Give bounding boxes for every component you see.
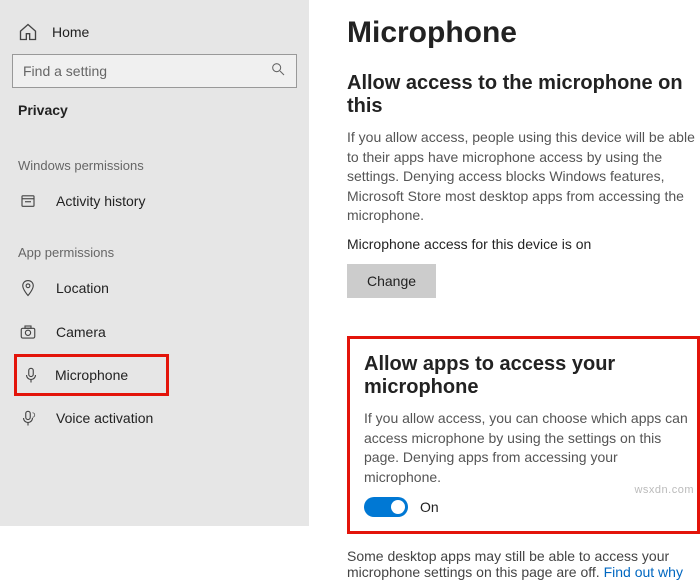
sidebar-item-label: Microphone: [55, 367, 128, 383]
section2-heading: Allow apps to access your microphone: [364, 353, 689, 399]
sidebar-item-location[interactable]: Location: [0, 266, 309, 310]
sidebar-item-label: Voice activation: [56, 410, 153, 426]
sidebar-item-microphone[interactable]: Microphone: [14, 354, 169, 396]
allow-apps-toggle[interactable]: [364, 497, 408, 517]
main-content: Microphone Allow access to the microphon…: [309, 0, 700, 526]
section-app-permissions: App permissions: [0, 223, 309, 266]
find-out-why-link[interactable]: Find out why: [604, 564, 683, 580]
home-label: Home: [52, 24, 89, 40]
sidebar-item-camera[interactable]: Camera: [0, 310, 309, 354]
activity-history-icon: [18, 191, 38, 211]
camera-icon: [18, 322, 38, 342]
change-button[interactable]: Change: [347, 264, 436, 298]
home-nav[interactable]: Home: [0, 12, 309, 54]
voice-activation-icon: [18, 408, 38, 428]
toggle-state-label: On: [420, 499, 439, 515]
location-icon: [18, 278, 38, 298]
search-icon: [270, 61, 286, 82]
watermark: wsxdn.com: [634, 484, 694, 496]
section-windows-permissions: Windows permissions: [0, 136, 309, 179]
mic-access-status: Microphone access for this device is on: [347, 236, 700, 252]
search-input[interactable]: Find a setting: [12, 54, 297, 88]
sidebar-item-voice-activation[interactable]: Voice activation: [0, 396, 309, 440]
footnote: Some desktop apps may still be able to a…: [347, 548, 700, 580]
section1-heading: Allow access to the microphone on this: [347, 72, 700, 118]
section2-body: If you allow access, you can choose whic…: [364, 409, 689, 487]
sidebar-item-label: Camera: [56, 324, 106, 340]
settings-sidebar: Home Find a setting Privacy Windows perm…: [0, 0, 309, 526]
sidebar-item-label: Activity history: [56, 193, 145, 209]
allow-apps-callout: Allow apps to access your microphone If …: [347, 336, 700, 534]
microphone-icon: [21, 365, 41, 385]
sidebar-item-label: Location: [56, 280, 109, 296]
section1-body: If you allow access, people using this d…: [347, 128, 700, 226]
search-placeholder: Find a setting: [23, 63, 107, 79]
sidebar-item-activity-history[interactable]: Activity history: [0, 179, 309, 223]
page-title: Microphone: [347, 16, 700, 50]
home-icon: [18, 22, 38, 42]
category-title: Privacy: [0, 102, 309, 136]
